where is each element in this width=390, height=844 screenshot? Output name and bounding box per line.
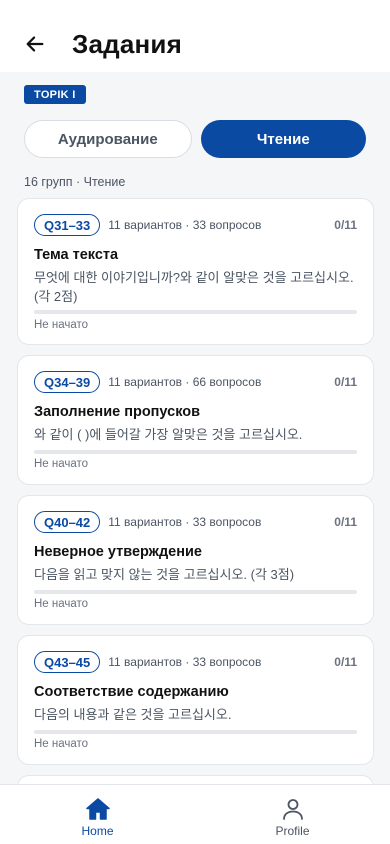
card-meta: 11 вариантов · 33 вопросов <box>108 655 262 669</box>
card-status: Не начато <box>34 319 89 331</box>
card-title: Соответствие содержанию <box>34 684 229 700</box>
nav-home-label: Home <box>81 824 114 838</box>
card-title: Заполнение пропусков <box>34 404 201 420</box>
card-description: 다음을 읽고 맞지 않는 것을 고르십시오. (각 3점) <box>34 567 295 582</box>
card-description: 다음의 내용과 같은 것을 고르십시오. <box>34 707 232 722</box>
progress-bar <box>34 730 357 734</box>
task-card[interactable]: Q40–42 11 вариантов · 33 вопросов 0/11 Н… <box>17 495 374 625</box>
card-score: 0/11 <box>334 218 357 232</box>
card-description: 무엇에 대한 이야기입니까?와 같이 알맞은 것을 고르십시오.(각 2점) <box>34 270 354 304</box>
question-range-chip: Q43–45 <box>34 651 101 673</box>
nav-profile-label: Profile <box>275 824 310 838</box>
card-status: Не начато <box>34 458 89 470</box>
card-meta: 11 вариантов · 66 вопросов <box>108 375 262 389</box>
profile-icon <box>282 799 303 820</box>
card-meta: 11 вариантов · 33 вопросов <box>108 218 262 232</box>
tab-reading[interactable]: Чтение <box>200 120 366 158</box>
task-card[interactable]: Q31–33 11 вариантов · 33 вопросов 0/11 Т… <box>17 198 374 345</box>
card-score: 0/11 <box>334 655 357 669</box>
progress-bar <box>34 310 357 314</box>
card-title: Тема текста <box>34 247 119 263</box>
bottom-navigation: Home Profile <box>0 784 390 844</box>
level-badge: TOPIK I <box>24 85 86 104</box>
nav-home[interactable]: Home <box>0 785 195 844</box>
question-range-chip: Q31–33 <box>34 214 101 236</box>
nav-profile[interactable]: Profile <box>195 785 390 844</box>
progress-bar <box>34 590 357 594</box>
progress-bar <box>34 450 357 454</box>
task-card[interactable]: Q43–45 11 вариантов · 33 вопросов 0/11 С… <box>17 635 374 765</box>
group-summary: 16 групп · Чтение <box>24 175 126 189</box>
task-card[interactable]: Q34–39 11 вариантов · 66 вопросов 0/11 З… <box>17 355 374 485</box>
tab-listening[interactable]: Аудирование <box>24 120 192 158</box>
task-group-list: Q31–33 11 вариантов · 33 вопросов 0/11 Т… <box>17 198 374 805</box>
card-description: 와 같이 ( )에 들어갈 가장 알맞은 것을 고르십시오. <box>34 427 303 442</box>
section-tabs: Аудирование Чтение <box>24 120 366 158</box>
card-title: Неверное утверждение <box>34 544 202 560</box>
card-score: 0/11 <box>334 515 357 529</box>
card-status: Не начато <box>34 738 89 750</box>
question-range-chip: Q40–42 <box>34 511 101 533</box>
card-status: Не начато <box>34 598 89 610</box>
back-button[interactable] <box>24 26 60 62</box>
app-header: Задания <box>0 0 390 72</box>
card-score: 0/11 <box>334 375 357 389</box>
home-icon <box>85 798 110 820</box>
page-title: Задания <box>72 28 182 59</box>
question-range-chip: Q34–39 <box>34 371 101 393</box>
card-meta: 11 вариантов · 33 вопросов <box>108 515 262 529</box>
arrow-left-icon <box>26 36 44 52</box>
